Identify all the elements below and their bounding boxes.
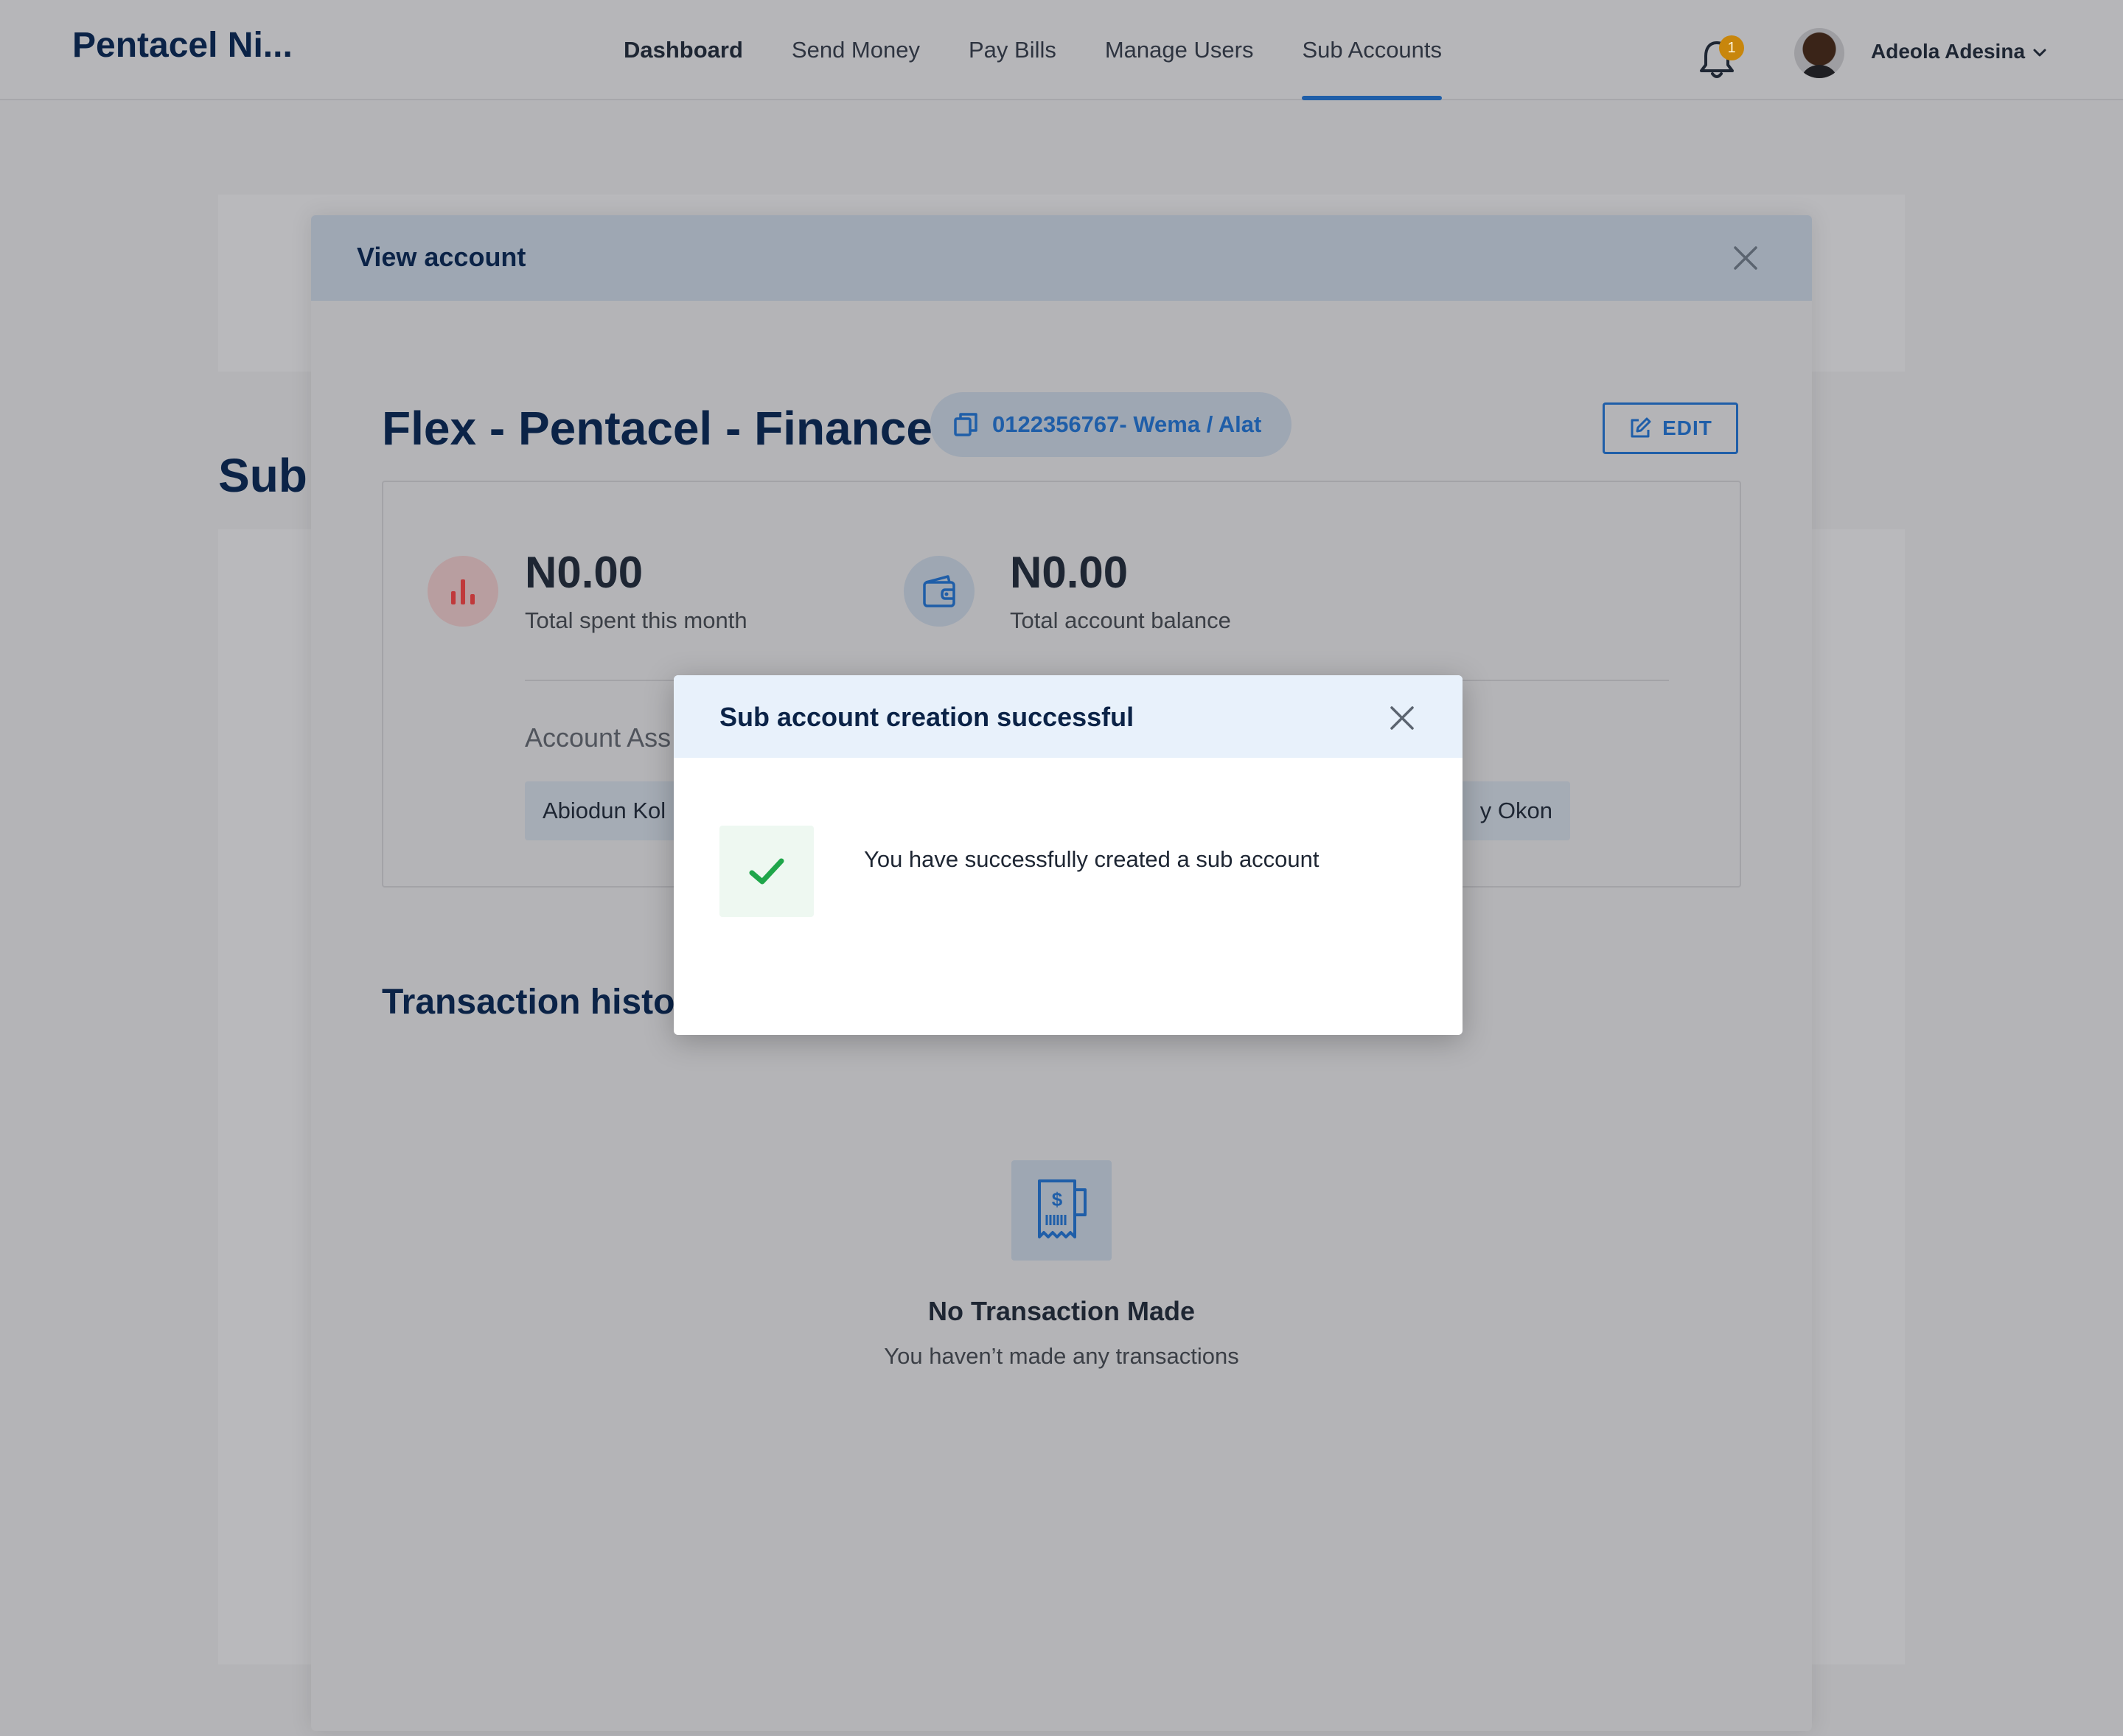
bar-chart-icon xyxy=(428,556,498,627)
spent-label: Total spent this month xyxy=(525,607,747,633)
close-icon[interactable] xyxy=(1731,243,1760,273)
balance-label: Total account balance xyxy=(1010,607,1231,633)
close-icon[interactable] xyxy=(1387,703,1417,733)
assigned-users-label: Account Ass xyxy=(525,722,672,753)
nav-dashboard[interactable]: Dashboard xyxy=(624,0,743,100)
account-number-text: 0122356767- Wema / Alat xyxy=(992,411,1262,437)
checkmark-icon xyxy=(719,826,814,917)
brand-name[interactable]: Pentacel Ni... xyxy=(72,25,293,66)
svg-text:$: $ xyxy=(1052,1188,1063,1210)
user-name[interactable]: Adeola Adesina xyxy=(1871,40,2025,63)
edit-button-label: EDIT xyxy=(1662,416,1712,439)
main-nav: Dashboard Send Money Pay Bills Manage Us… xyxy=(624,0,1491,100)
avatar[interactable] xyxy=(1794,28,1844,78)
modal-title: View account xyxy=(357,242,526,272)
empty-state-title: No Transaction Made xyxy=(927,1296,1196,1326)
success-message: You have successfully created a sub acco… xyxy=(864,846,1320,872)
success-dialog: Sub account creation successful You have… xyxy=(674,675,1463,1035)
success-dialog-title: Sub account creation successful xyxy=(719,702,1134,732)
nav-manage-users[interactable]: Manage Users xyxy=(1105,0,1254,100)
account-number-pill[interactable]: 0122356767- Wema / Alat xyxy=(930,392,1291,457)
receipt-icon: $ xyxy=(1011,1160,1112,1261)
copy-icon[interactable] xyxy=(952,411,979,438)
wallet-icon xyxy=(904,556,975,627)
page-title: Sub xyxy=(218,449,307,502)
modal-header: View account xyxy=(311,215,1812,301)
nav-send-money[interactable]: Send Money xyxy=(792,0,920,100)
edit-button[interactable]: EDIT xyxy=(1603,402,1738,454)
spent-amount: N0.00 xyxy=(525,548,644,597)
empty-state-subtitle: You haven’t made any transactions xyxy=(884,1343,1239,1369)
top-navigation-bar: Pentacel Ni... Dashboard Send Money Pay … xyxy=(0,0,2123,100)
notification-badge: 1 xyxy=(1719,35,1744,60)
nav-pay-bills[interactable]: Pay Bills xyxy=(969,0,1056,100)
chevron-down-icon[interactable] xyxy=(2032,44,2048,60)
success-dialog-header: Sub account creation successful xyxy=(674,675,1463,758)
transaction-history-title: Transaction histor xyxy=(382,983,689,1022)
balance-amount: N0.00 xyxy=(1010,548,1129,597)
account-name: Flex - Pentacel - Finance xyxy=(382,402,932,455)
nav-sub-accounts[interactable]: Sub Accounts xyxy=(1302,0,1442,100)
edit-icon xyxy=(1631,417,1651,438)
